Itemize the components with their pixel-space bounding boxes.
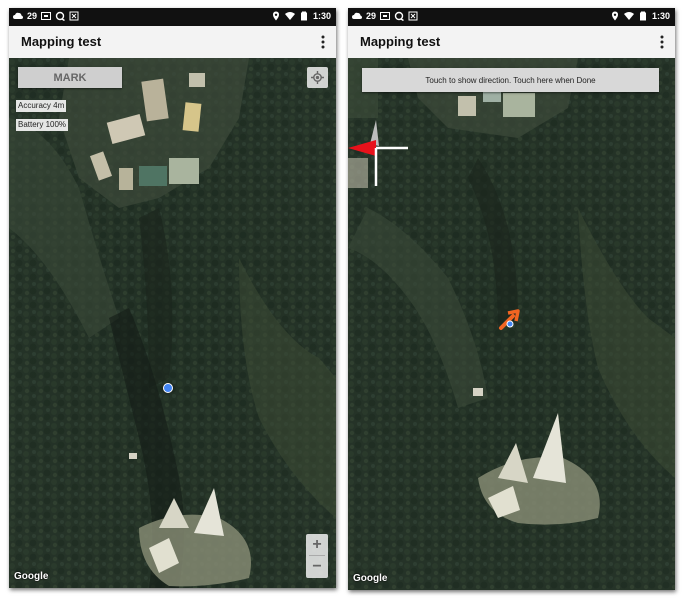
status-time: 1:30 — [312, 11, 331, 21]
battery-icon — [300, 11, 307, 21]
zoom-controls: + − — [306, 534, 328, 578]
compass-icon — [348, 120, 408, 186]
app-notification-icon — [408, 11, 418, 21]
google-attribution: Google — [14, 571, 49, 582]
cast-icon — [41, 12, 52, 20]
direction-banner-button[interactable]: Touch to show direction. Touch here when… — [362, 68, 659, 92]
status-time: 1:30 — [651, 11, 670, 21]
app-toolbar: Mapping test — [9, 26, 336, 58]
cloud-icon — [352, 12, 362, 19]
notification-count: 29 — [366, 11, 377, 21]
sync-icon — [55, 11, 65, 21]
my-location-button[interactable] — [307, 67, 328, 88]
app-title: Mapping test — [360, 34, 441, 49]
notification-count: 29 — [27, 11, 38, 21]
overflow-menu-button[interactable] — [316, 32, 330, 52]
my-location-icon — [311, 71, 324, 84]
mark-button[interactable]: MARK — [18, 67, 122, 88]
zoom-out-button[interactable]: − — [306, 556, 328, 577]
status-bar: 29 1:30 — [9, 8, 336, 26]
more-vert-icon — [660, 35, 664, 49]
accuracy-label: Accuracy 4m — [16, 100, 67, 112]
satellite-map[interactable]: Touch to show direction. Touch here when… — [348, 58, 675, 590]
sync-icon — [394, 11, 404, 21]
location-status-icon — [272, 11, 279, 21]
status-bar: 29 1:30 — [348, 8, 675, 26]
current-location-dot — [163, 383, 173, 393]
app-notification-icon — [69, 11, 79, 21]
wifi-icon — [284, 12, 295, 20]
cast-icon — [380, 12, 391, 20]
wifi-icon — [623, 12, 634, 20]
orientation-arrow-icon — [499, 309, 520, 330]
battery-icon — [639, 11, 646, 21]
zoom-in-button[interactable]: + — [306, 534, 328, 555]
left-phone-screen: 29 1:30 Mapping test MARK Accuracy 4m Ba… — [9, 8, 336, 588]
google-attribution: Google — [353, 573, 388, 584]
more-vert-icon — [321, 35, 325, 49]
satellite-imagery — [9, 58, 336, 588]
battery-label: Battery 100% — [16, 119, 69, 131]
app-toolbar: Mapping test — [348, 26, 675, 58]
satellite-map[interactable]: MARK Accuracy 4m Battery 100% + − Google — [9, 58, 336, 588]
app-title: Mapping test — [21, 34, 102, 49]
overflow-menu-button[interactable] — [655, 32, 669, 52]
location-status-icon — [611, 11, 618, 21]
cloud-icon — [13, 12, 23, 19]
right-phone-screen: 29 1:30 Mapping test Touch to show direc… — [348, 8, 675, 590]
